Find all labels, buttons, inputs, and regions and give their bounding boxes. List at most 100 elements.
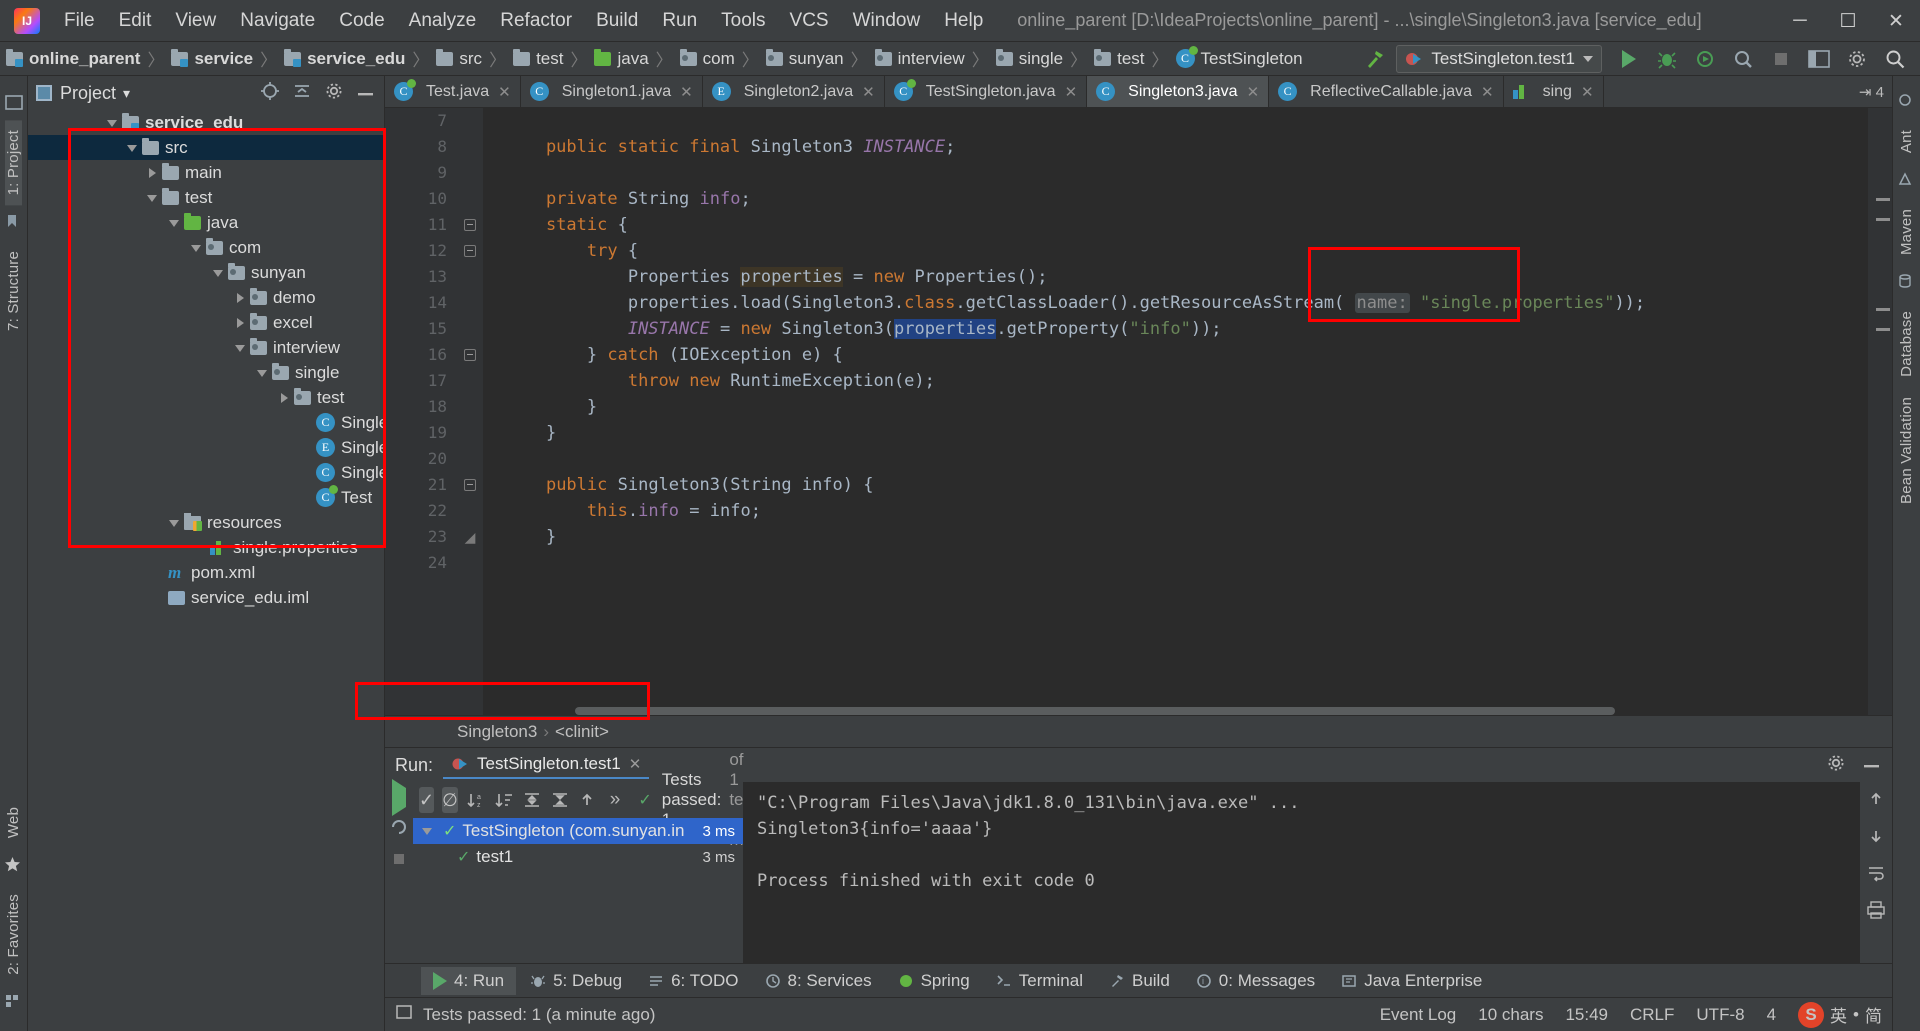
indent-size[interactable]: 4: [1767, 1005, 1776, 1025]
settings-gear-button[interactable]: [1840, 44, 1874, 74]
expand-arrow-icon[interactable]: [254, 365, 270, 381]
gear-icon[interactable]: [1826, 753, 1846, 778]
close-icon[interactable]: ✕: [498, 83, 511, 101]
expand-arrow-icon[interactable]: [104, 115, 120, 131]
tab-overflow[interactable]: ⇥ 4: [1851, 76, 1892, 107]
ime-indicator[interactable]: S 英 • 简: [1798, 1001, 1882, 1028]
test-tree[interactable]: ✓ TestSingleton (com.sunyan.in 3 ms ✓ te…: [413, 818, 743, 963]
tab-build[interactable]: Build: [1097, 967, 1182, 995]
menu-vcs[interactable]: VCS: [778, 6, 841, 36]
tree-item-test-pkg[interactable]: test: [28, 385, 384, 410]
expand-arrow-icon[interactable]: [188, 240, 204, 256]
tree-item-demo[interactable]: demo: [28, 285, 384, 310]
sidebar-item-ant[interactable]: Ant: [1898, 120, 1915, 163]
scroll-up-icon[interactable]: [1867, 790, 1885, 813]
menu-edit[interactable]: Edit: [107, 6, 164, 36]
expand-arrow-icon[interactable]: [166, 515, 182, 531]
menu-view[interactable]: View: [163, 6, 228, 36]
breadcrumb-service[interactable]: service: [167, 42, 257, 76]
close-icon[interactable]: ✕: [862, 83, 875, 101]
tab-singleton2-java[interactable]: E Singleton2.java ✕: [703, 76, 885, 107]
close-icon[interactable]: ✕: [1247, 83, 1260, 101]
breadcrumb-java[interactable]: java: [590, 42, 652, 76]
expand-arrow-icon[interactable]: [124, 140, 140, 156]
tab-sing-properties[interactable]: sing ✕: [1504, 76, 1604, 107]
sort-by-duration-button[interactable]: [494, 787, 514, 813]
close-icon[interactable]: ✕: [1065, 83, 1078, 101]
stop-icon[interactable]: [391, 851, 407, 872]
tree-item-java[interactable]: java: [28, 210, 384, 235]
tree-item-src[interactable]: src: [28, 135, 384, 160]
hide-icon[interactable]: [1862, 755, 1882, 775]
prev-test-button[interactable]: [578, 787, 596, 813]
close-button[interactable]: ✕: [1872, 0, 1920, 42]
more-actions-icon[interactable]: »: [610, 789, 621, 811]
tree-item-singleton3[interactable]: C Singleton3: [28, 460, 384, 485]
menu-help[interactable]: Help: [932, 6, 995, 36]
editor-marker-bar[interactable]: [1868, 108, 1892, 715]
tab-java-enterprise[interactable]: Java Enterprise: [1329, 967, 1494, 995]
menu-file[interactable]: File: [52, 6, 107, 36]
file-encoding[interactable]: UTF-8: [1696, 1005, 1744, 1025]
tree-item-singleton1[interactable]: C Singleton1: [28, 410, 384, 435]
fold-gutter[interactable]: ◢: [457, 108, 483, 715]
run-with-coverage-button[interactable]: [1688, 44, 1722, 74]
tab-spring[interactable]: Spring: [886, 967, 982, 995]
fold-marker[interactable]: [457, 342, 483, 368]
gear-icon[interactable]: [324, 81, 344, 106]
print-icon[interactable]: [1866, 901, 1886, 924]
tree-item-pom-xml[interactable]: m pom.xml: [28, 560, 384, 585]
expand-arrow-icon[interactable]: [210, 265, 226, 281]
breadcrumb-sunyan[interactable]: sunyan: [762, 42, 848, 76]
debug-button[interactable]: [1650, 44, 1684, 74]
search-everywhere-button[interactable]: [1878, 44, 1912, 74]
tab-debug[interactable]: 5: Debug: [518, 967, 634, 995]
expand-arrow-icon[interactable]: [276, 390, 292, 406]
tab-services[interactable]: 8: Services: [753, 967, 884, 995]
console-output[interactable]: "C:\Program Files\Java\jdk1.8.0_131\bin\…: [743, 782, 1860, 963]
profiler-button[interactable]: [1726, 44, 1760, 74]
test-node-testsingleton[interactable]: ✓ TestSingleton (com.sunyan.in 3 ms: [413, 818, 743, 844]
show-ignored-toggle[interactable]: ∅: [442, 787, 458, 813]
run-tab-testsingleton[interactable]: TestSingleton.test1 ✕: [443, 751, 650, 779]
tab-terminal[interactable]: Terminal: [984, 967, 1095, 995]
tree-item-service-edu-iml[interactable]: service_edu.iml: [28, 585, 384, 610]
scroll-down-icon[interactable]: [1867, 827, 1885, 850]
code-content[interactable]: public static final Singleton3 INSTANCE;…: [483, 108, 1868, 715]
minimize-button[interactable]: ─: [1776, 0, 1824, 42]
line-separator[interactable]: CRLF: [1630, 1005, 1674, 1025]
locate-icon[interactable]: [260, 81, 280, 106]
expand-arrow-icon[interactable]: [166, 215, 182, 231]
run-button[interactable]: [1612, 44, 1646, 74]
tab-run[interactable]: 4: Run: [421, 966, 517, 995]
expand-arrow-icon[interactable]: [232, 340, 248, 356]
breadcrumb-src[interactable]: src: [432, 42, 486, 76]
close-icon[interactable]: ✕: [1481, 83, 1494, 101]
menu-window[interactable]: Window: [841, 6, 933, 36]
breadcrumb-class[interactable]: Singleton3: [457, 722, 537, 742]
editor-horizontal-scrollbar[interactable]: [575, 707, 1808, 715]
sidebar-item-web[interactable]: Web: [5, 797, 22, 848]
tree-item-singleton2[interactable]: E Singleton2: [28, 435, 384, 460]
fold-marker[interactable]: [457, 472, 483, 498]
close-icon[interactable]: ✕: [680, 83, 693, 101]
expand-arrow-icon[interactable]: [144, 190, 160, 206]
breadcrumb-test[interactable]: test: [509, 42, 567, 76]
menu-build[interactable]: Build: [584, 6, 650, 36]
tree-item-single[interactable]: single: [28, 360, 384, 385]
build-button[interactable]: [1358, 44, 1392, 74]
expand-arrow-icon[interactable]: [232, 290, 248, 306]
menu-refactor[interactable]: Refactor: [488, 6, 584, 36]
fold-marker[interactable]: [457, 238, 483, 264]
collapse-all-icon[interactable]: [292, 81, 312, 106]
maximize-button[interactable]: ☐: [1824, 0, 1872, 42]
breadcrumb-com[interactable]: com: [676, 42, 739, 76]
sidebar-item-structure[interactable]: 7: Structure: [5, 241, 22, 341]
tree-item-interview[interactable]: interview: [28, 335, 384, 360]
layout-button[interactable]: [1802, 44, 1836, 74]
rerun-icon[interactable]: [392, 779, 406, 816]
menu-run[interactable]: Run: [650, 6, 709, 36]
sidebar-item-project[interactable]: 1: Project: [5, 120, 22, 206]
tab-messages[interactable]: i 0: Messages: [1184, 967, 1327, 995]
event-log-label[interactable]: Event Log: [1380, 1005, 1457, 1025]
